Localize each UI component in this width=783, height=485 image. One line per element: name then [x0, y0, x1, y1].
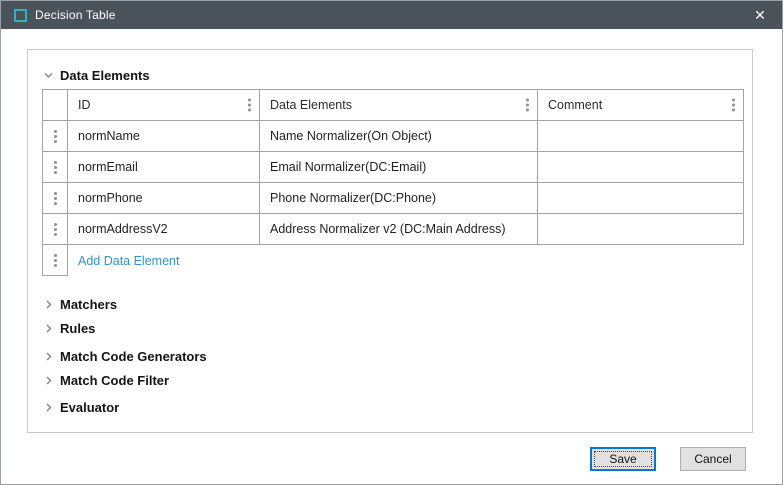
section-label: Matchers [60, 297, 117, 312]
save-button[interactable]: Save [590, 447, 656, 471]
chevron-right-icon [40, 299, 56, 310]
row-drag-handle[interactable] [43, 152, 68, 183]
cell-data-element[interactable]: Address Normalizer v2 (DC:Main Address) [260, 214, 538, 245]
cell-id[interactable]: normName [68, 121, 260, 152]
drag-handle-icon [54, 192, 57, 205]
window-title: Decision Table [35, 8, 116, 22]
titlebar: Decision Table ✕ [1, 1, 782, 29]
add-row: Add Data Element [68, 245, 744, 276]
row-drag-handle[interactable] [43, 183, 68, 214]
column-menu-icon[interactable] [732, 99, 735, 112]
chevron-right-icon [40, 375, 56, 386]
cell-id[interactable]: normAddressV2 [68, 214, 260, 245]
section-label: Evaluator [60, 400, 119, 415]
cancel-button[interactable]: Cancel [680, 447, 746, 471]
window-icon [14, 9, 27, 22]
chevron-right-icon [40, 323, 56, 334]
cell-comment[interactable] [538, 152, 744, 183]
chevron-right-icon [40, 402, 56, 413]
data-elements-table: ID Data Elements Comment normName Name N… [42, 89, 744, 276]
cell-id[interactable]: normEmail [68, 152, 260, 183]
chevron-right-icon [40, 351, 56, 362]
row-drag-handle[interactable] [43, 121, 68, 152]
table-corner-cell [43, 90, 68, 121]
row-drag-handle[interactable] [43, 214, 68, 245]
section-header-match-code-generators[interactable]: Match Code Generators [40, 344, 752, 368]
accordion-panel: Data Elements ID Data Elements Comment n… [27, 49, 753, 433]
decision-table-dialog: Decision Table ✕ Data Elements ID Data E… [0, 0, 783, 485]
row-drag-handle[interactable] [43, 245, 68, 276]
cell-data-element[interactable]: Name Normalizer(On Object) [260, 121, 538, 152]
close-button[interactable]: ✕ [738, 1, 782, 29]
close-icon: ✕ [754, 7, 766, 24]
cell-id[interactable]: normPhone [68, 183, 260, 214]
cell-comment[interactable] [538, 214, 744, 245]
drag-handle-icon [54, 130, 57, 143]
section-header-data-elements[interactable]: Data Elements [40, 63, 752, 87]
column-menu-icon[interactable] [526, 99, 529, 112]
section-label: Match Code Generators [60, 349, 207, 364]
section-header-match-code-filter[interactable]: Match Code Filter [40, 368, 752, 392]
drag-handle-icon [54, 161, 57, 174]
section-label: Rules [60, 321, 95, 336]
cell-comment[interactable] [538, 183, 744, 214]
drag-handle-icon [54, 254, 57, 267]
cell-data-element[interactable]: Phone Normalizer(DC:Phone) [260, 183, 538, 214]
section-header-evaluator[interactable]: Evaluator [40, 395, 752, 419]
section-header-matchers[interactable]: Matchers [40, 292, 752, 316]
column-header-id[interactable]: ID [68, 90, 260, 121]
collapsed-sections: Matchers Rules Match Code Generators Mat… [40, 292, 752, 419]
dialog-footer: Save Cancel [590, 447, 746, 471]
cell-data-element[interactable]: Email Normalizer(DC:Email) [260, 152, 538, 183]
section-label: Match Code Filter [60, 373, 169, 388]
drag-handle-icon [54, 223, 57, 236]
column-menu-icon[interactable] [248, 99, 251, 112]
add-data-element-link[interactable]: Add Data Element [78, 254, 179, 268]
section-label: Data Elements [60, 68, 150, 83]
cell-comment[interactable] [538, 121, 744, 152]
chevron-down-icon [40, 70, 56, 81]
column-header-comment[interactable]: Comment [538, 90, 744, 121]
column-header-data-elements[interactable]: Data Elements [260, 90, 538, 121]
section-header-rules[interactable]: Rules [40, 316, 752, 340]
